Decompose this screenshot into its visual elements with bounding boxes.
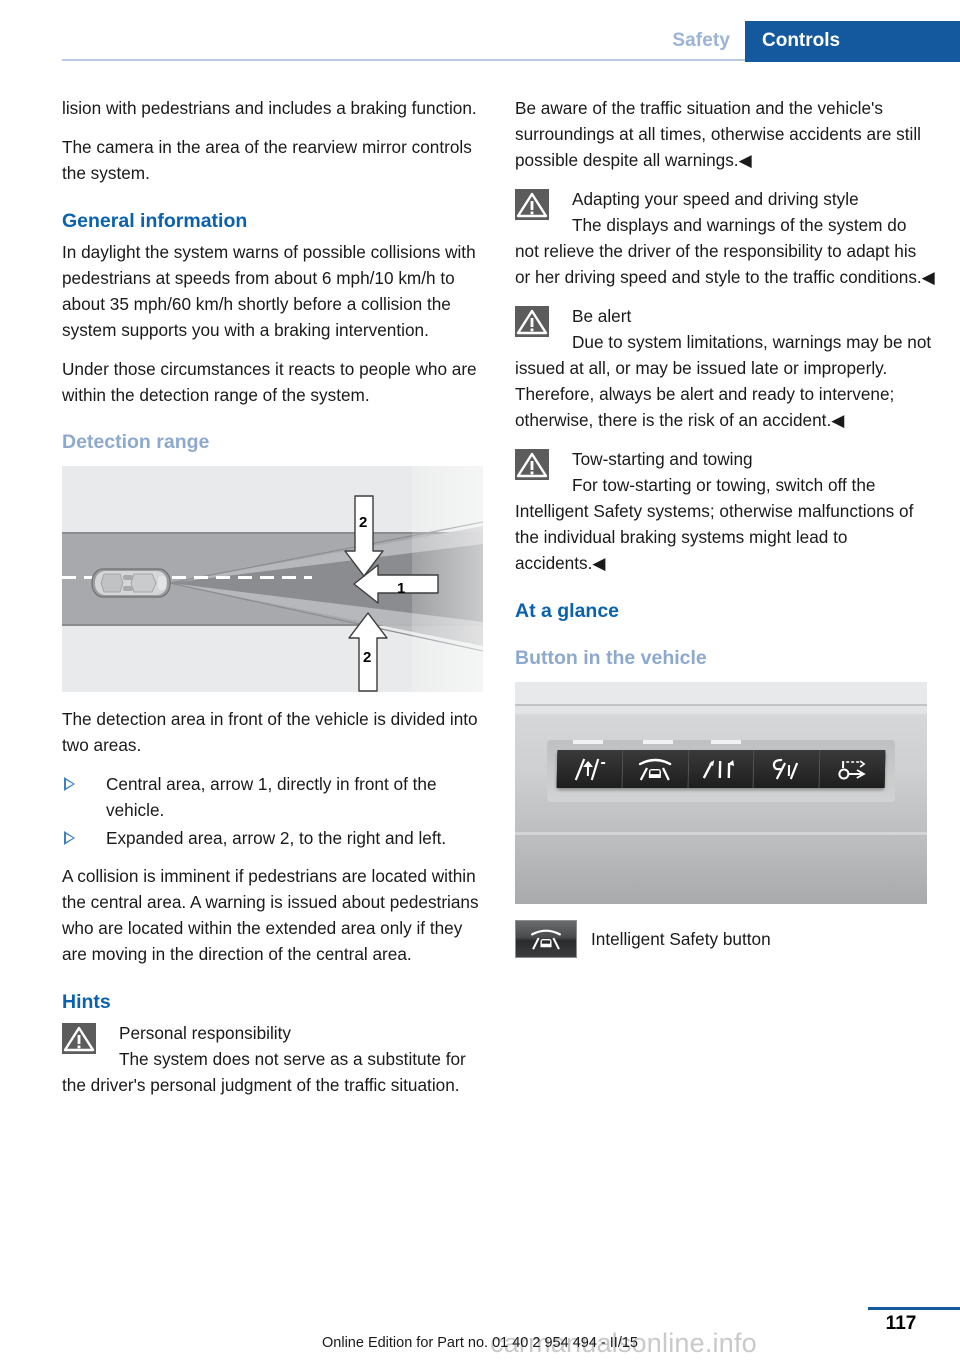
- warning-triangle-icon: [62, 1023, 96, 1054]
- button-panel-figure: [515, 682, 927, 904]
- panel-top-seam: [515, 704, 927, 706]
- intelligent-safety-icon: [639, 758, 672, 781]
- heading-hints: Hints: [62, 991, 111, 1013]
- button-lane-departure-warning[interactable]: [556, 750, 624, 788]
- warning-body: The system does not serve as a substitut…: [62, 1049, 466, 1095]
- page-header: Safety Controls: [0, 0, 960, 62]
- heading-button-in-the-vehicle: Button in the vehicle: [515, 647, 707, 669]
- warning-triangle-icon: [515, 449, 549, 480]
- warning-adapting-speed: Adapting your speed and driving style Th…: [515, 186, 935, 290]
- warning-be-alert: Be alert Due to system limitations, warn…: [515, 303, 935, 433]
- page-number: 117: [885, 1313, 917, 1334]
- footer-divider: [868, 1307, 960, 1310]
- intelligent-safety-button-strip[interactable]: [556, 750, 886, 788]
- detection-area-bullet-list: Central area, arrow 1, directly in front…: [62, 771, 482, 851]
- footer-edition-text: Online Edition for Part no. 01 40 2 954 …: [322, 1335, 638, 1351]
- breadcrumb-controls-block: Controls: [745, 21, 960, 62]
- panel-top-edge: [515, 682, 927, 704]
- warning-triangle-icon: [515, 189, 549, 220]
- vehicle-top-view-icon: [91, 568, 171, 598]
- warning-tow-starting: Tow-starting and towing For tow-starting…: [515, 446, 935, 576]
- heading-at-a-glance: At a glance: [515, 600, 620, 622]
- panel-lower-trim: [515, 832, 927, 835]
- intelligent-safety-caption-row: Intelligent Safety button: [515, 920, 935, 964]
- right-column: Be aware of the traffic situation and th…: [515, 95, 935, 964]
- button-night-vision[interactable]: [819, 750, 886, 788]
- warning-title: Be alert: [572, 306, 632, 326]
- intro-paragraph-2: The camera in the area of the rearview m…: [62, 137, 472, 183]
- warning-body: The displays and warnings of the system …: [515, 215, 935, 287]
- left-column: lision with pedestrians and includes a b…: [62, 95, 483, 1111]
- breadcrumb-safety: Safety: [672, 30, 730, 51]
- list-item-label: Central area, arrow 1, directly in front…: [106, 774, 437, 820]
- night-vision-icon: [837, 760, 866, 780]
- breadcrumb-controls-label: Controls: [762, 30, 841, 51]
- button-lane-change-warning[interactable]: [688, 750, 755, 788]
- list-item: Central area, arrow 1, directly in front…: [62, 771, 482, 823]
- general-paragraph-1: In daylight the system warns of possible…: [62, 242, 476, 340]
- warning-body: Due to system limitations, warnings may …: [515, 332, 932, 430]
- warning-title: Adapting your speed and driving style: [572, 189, 859, 209]
- continuation-paragraph: Be aware of the traffic situation and th…: [515, 98, 921, 170]
- callout-arrow-2-bottom-label: 2: [363, 649, 372, 666]
- intelligent-safety-button-icon: [515, 920, 577, 958]
- warning-personal-responsibility: Personal responsibility The system does …: [62, 1020, 482, 1098]
- detection-range-figure: 1 2 2: [62, 466, 483, 692]
- active-blind-spot-icon: [772, 758, 798, 780]
- warning-body: For tow-starting or towing, switch off t…: [515, 475, 914, 573]
- list-item: Expanded area, arrow 2, to the right and…: [62, 825, 482, 851]
- general-paragraph-2: Under those circumstances it reacts to p…: [62, 359, 477, 405]
- warning-title: Personal responsibility: [119, 1023, 291, 1043]
- detection-paragraph-1: The detection area in front of the vehic…: [62, 709, 478, 755]
- heading-general-information: General information: [62, 210, 248, 232]
- intelligent-safety-caption-label: Intelligent Safety button: [591, 929, 771, 949]
- triangle-bullet-icon: [64, 831, 75, 845]
- button-active-blind-spot[interactable]: [753, 750, 821, 788]
- lane-change-warning-icon: [702, 760, 735, 779]
- panel-tick-mark-3: [711, 740, 741, 744]
- warning-triangle-icon: [515, 306, 549, 337]
- detection-paragraph-2: A collision is imminent if pedestrians a…: [62, 866, 479, 964]
- warning-title: Tow-starting and towing: [572, 449, 753, 469]
- callout-arrow-2-top: [344, 495, 384, 577]
- list-item-label: Expanded area, arrow 2, to the right and…: [106, 828, 447, 848]
- callout-arrow-2-top-label: 2: [359, 514, 368, 531]
- intro-paragraph-1: lision with pedestrians and includes a b…: [62, 98, 477, 118]
- heading-detection-range: Detection range: [62, 431, 210, 453]
- button-intelligent-safety[interactable]: [622, 750, 689, 788]
- lane-departure-warning-icon: [575, 758, 606, 781]
- callout-arrow-1-label: 1: [397, 580, 406, 597]
- triangle-bullet-icon: [64, 777, 75, 791]
- panel-tick-mark-2: [643, 740, 673, 744]
- panel-tick-mark-1: [573, 740, 603, 744]
